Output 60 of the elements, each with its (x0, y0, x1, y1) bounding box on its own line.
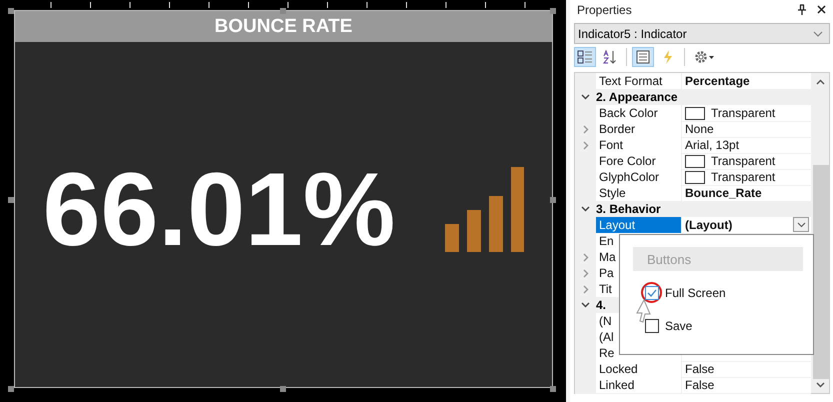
option-label[interactable]: Save (665, 318, 692, 332)
panel-title: Properties (577, 2, 633, 17)
dropdown-button[interactable] (793, 217, 809, 232)
chevron-down-icon[interactable] (581, 302, 590, 308)
property-name[interactable]: Tit (596, 282, 612, 296)
property-name[interactable]: Re (596, 346, 614, 360)
object-selector[interactable]: Indicator5 : Indicator (574, 22, 830, 44)
resize-handle[interactable] (550, 8, 556, 14)
close-icon[interactable] (817, 5, 826, 14)
resize-handle[interactable] (8, 8, 14, 14)
resize-handle[interactable] (8, 197, 14, 203)
option-label[interactable]: Full Screen (665, 286, 726, 300)
property-name[interactable]: Ma (596, 250, 616, 264)
categorized-icon (577, 49, 593, 66)
indicator-card[interactable]: BOUNCE RATE 66.01% (14, 10, 553, 388)
property-value[interactable]: False (685, 378, 714, 392)
property-value[interactable]: Percentage (685, 74, 750, 88)
property-value[interactable]: Arial, 13pt (685, 138, 740, 152)
property-value[interactable]: Transparent (685, 170, 776, 184)
bar-chart-icon (445, 167, 524, 252)
popup-header: Buttons (633, 247, 803, 271)
resize-handle[interactable] (550, 197, 556, 203)
pin-icon[interactable] (797, 4, 807, 16)
categorized-button[interactable] (574, 47, 596, 68)
chevron-down-icon[interactable] (581, 206, 590, 212)
resize-handle[interactable] (550, 386, 556, 392)
property-value[interactable]: Transparent (685, 106, 776, 120)
properties-button[interactable] (632, 47, 654, 68)
property-name[interactable]: (N (596, 314, 612, 328)
property-value[interactable]: False (685, 362, 714, 376)
property-value[interactable]: None (685, 122, 714, 136)
checkbox[interactable] (644, 318, 658, 332)
resize-handle[interactable] (280, 386, 286, 392)
property-value[interactable]: Transparent (685, 154, 776, 168)
property-name[interactable]: En (596, 234, 614, 248)
chevron-down-icon[interactable] (581, 94, 590, 100)
property-name[interactable]: Layout (596, 217, 682, 234)
scroll-up-icon[interactable] (816, 79, 824, 85)
checkbox[interactable] (644, 286, 658, 300)
chevron-down-icon (796, 222, 806, 228)
indicator-value: 66.01% (42, 158, 396, 262)
settings-icon (693, 49, 715, 66)
scroll-down-icon[interactable] (816, 382, 824, 388)
property-value[interactable]: Bounce_Rate (685, 186, 762, 200)
chevron-down-icon (813, 30, 823, 37)
indicator-title: BOUNCE RATE (15, 11, 552, 42)
property-name[interactable]: Pa (596, 266, 614, 280)
category-header[interactable]: 3. Behavior (596, 201, 811, 217)
cursor-icon (636, 299, 652, 323)
resize-handle[interactable] (8, 386, 14, 392)
category-header[interactable]: 2. Appearance (596, 89, 811, 105)
property-name[interactable]: Linked (596, 377, 682, 394)
sort-alphabetical-icon (602, 49, 618, 66)
scrollbar-thumb[interactable] (813, 165, 829, 379)
property-name[interactable]: (Al (596, 330, 614, 344)
resize-handle[interactable] (280, 8, 286, 14)
checkmark-icon (646, 288, 656, 296)
property-list-icon (635, 49, 651, 66)
property-name[interactable]: Text Format (596, 73, 682, 90)
property-value[interactable]: (Layout) (685, 218, 732, 232)
